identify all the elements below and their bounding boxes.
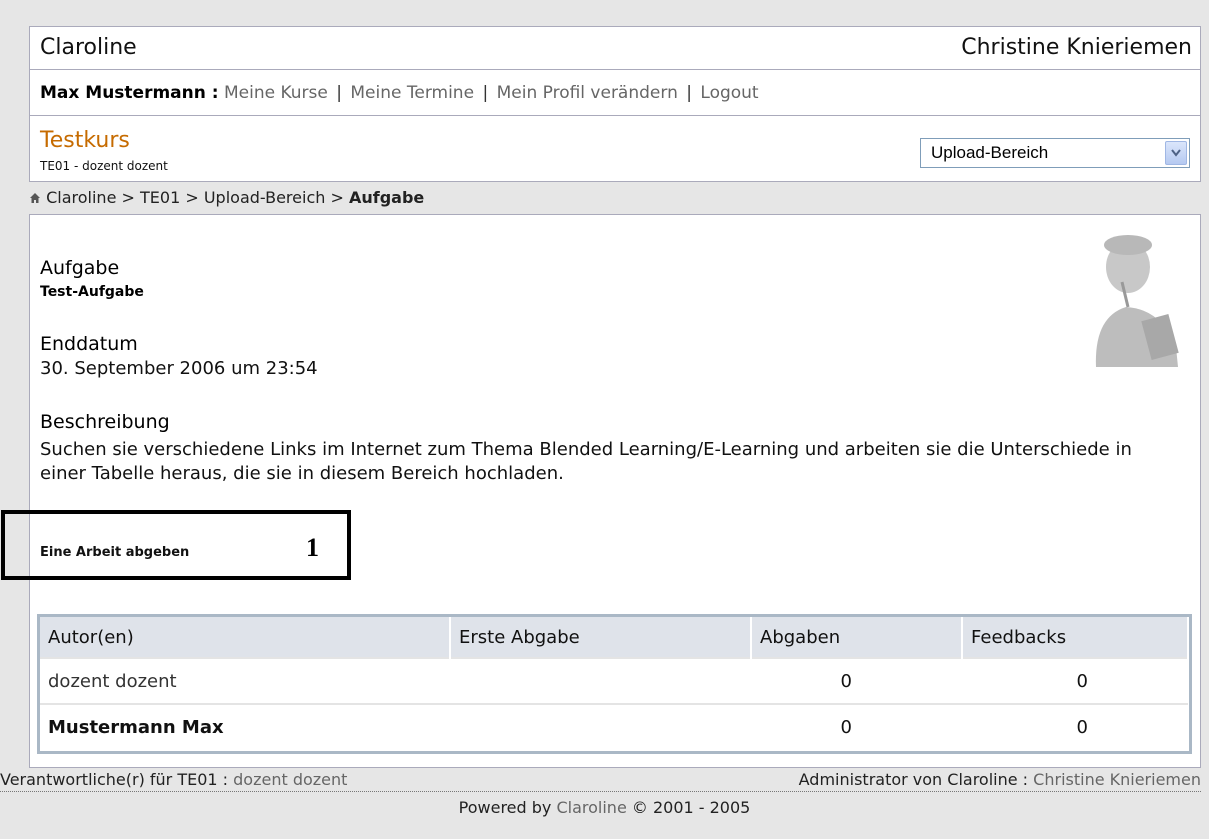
first-submission-cell xyxy=(450,703,751,749)
breadcrumb: Claroline > TE01 > Upload-Bereich > Aufg… xyxy=(29,188,424,207)
first-submission-cell xyxy=(450,657,751,704)
author-cell[interactable]: dozent dozent xyxy=(40,657,450,704)
powered-prefix: Powered by xyxy=(458,798,552,817)
admin-link[interactable]: Christine Knieriemen xyxy=(1033,770,1201,789)
powered-by: Powered by Claroline © 2001 - 2005 xyxy=(0,798,1209,817)
breadcrumb-separator: > xyxy=(121,188,135,207)
assignment-title-label: Aufgabe xyxy=(40,257,120,279)
footer-manager: Verantwortliche(r) für TE01 : dozent doz… xyxy=(0,770,347,789)
col-feedbacks: Feedbacks xyxy=(962,617,1189,658)
footer-divider xyxy=(0,791,1201,792)
author-cell[interactable]: Mustermann Max xyxy=(40,703,450,749)
separator: | xyxy=(336,83,342,103)
admin-label: Administrator von Claroline : xyxy=(798,770,1029,789)
user-bar: Max Mustermann : Meine Kurse | Meine Ter… xyxy=(29,70,1201,116)
manager-label: Verantwortliche(r) für TE01 : xyxy=(0,770,229,789)
separator: | xyxy=(686,83,692,103)
course-subtitle: TE01 - dozent dozent xyxy=(40,159,168,173)
powered-suffix: © 2001 - 2005 xyxy=(631,798,751,817)
breadcrumb-course[interactable]: TE01 xyxy=(140,188,180,207)
feedbacks-cell: 0 xyxy=(962,703,1188,749)
submissions-table: Autor(en) Erste Abgabe Abgaben Feedbacks… xyxy=(37,614,1192,754)
table-row: Mustermann Max 0 0 xyxy=(40,703,1188,749)
annotation-marker: 1 xyxy=(306,533,319,562)
chevron-down-icon xyxy=(1171,149,1181,157)
submissions-cell: 0 xyxy=(751,657,962,704)
description-label: Beschreibung xyxy=(40,411,170,433)
separator: | xyxy=(482,83,489,103)
submit-work-link[interactable]: Eine Arbeit abgeben xyxy=(40,545,189,560)
feedbacks-cell: 0 xyxy=(962,657,1188,704)
table-row: dozent dozent 0 0 xyxy=(40,657,1188,704)
home-icon xyxy=(30,193,40,203)
end-date-label: Enddatum xyxy=(40,333,138,355)
breadcrumb-separator: > xyxy=(330,188,344,207)
select-dropdown-button[interactable] xyxy=(1165,141,1187,165)
link-profil-veraendern[interactable]: Mein Profil verändern xyxy=(497,83,678,103)
col-first-submission: Erste Abgabe xyxy=(450,617,752,658)
breadcrumb-claroline[interactable]: Claroline xyxy=(46,188,116,207)
link-meine-termine[interactable]: Meine Termine xyxy=(350,83,474,103)
top-banner: Claroline Christine Knieriemen xyxy=(29,26,1201,70)
powered-link[interactable]: Claroline xyxy=(556,798,626,817)
assignment-panel: Aufgabe Test-Aufgabe Enddatum 30. Septem… xyxy=(1,214,1201,768)
link-logout[interactable]: Logout xyxy=(700,83,758,103)
footer-admin: Administrator von Claroline : Christine … xyxy=(799,770,1201,789)
tool-select[interactable]: Upload-Bereich xyxy=(920,138,1190,168)
col-author: Autor(en) xyxy=(40,617,451,658)
course-bar: Testkurs TE01 - dozent dozent Upload-Ber… xyxy=(29,116,1201,182)
tool-illustration-icon xyxy=(1095,235,1179,367)
col-submissions: Abgaben xyxy=(751,617,963,658)
link-meine-kurse[interactable]: Meine Kurse xyxy=(224,83,328,103)
assignment-title: Test-Aufgabe xyxy=(40,284,144,300)
admin-name[interactable]: Christine Knieriemen xyxy=(961,35,1192,60)
user-name: Max Mustermann : xyxy=(40,83,219,103)
breadcrumb-current: Aufgabe xyxy=(348,188,425,207)
tool-select-value: Upload-Bereich xyxy=(931,143,1049,162)
site-name[interactable]: Claroline xyxy=(40,35,137,60)
course-title[interactable]: Testkurs xyxy=(40,128,130,153)
submissions-cell: 0 xyxy=(751,703,962,749)
breadcrumb-upload[interactable]: Upload-Bereich xyxy=(204,188,326,207)
end-date: 30. September 2006 um 23:54 xyxy=(40,358,318,379)
breadcrumb-separator: > xyxy=(185,188,199,207)
manager-link[interactable]: dozent dozent xyxy=(233,770,347,789)
description-text: Suchen sie verschiedene Links im Interne… xyxy=(40,439,1132,484)
